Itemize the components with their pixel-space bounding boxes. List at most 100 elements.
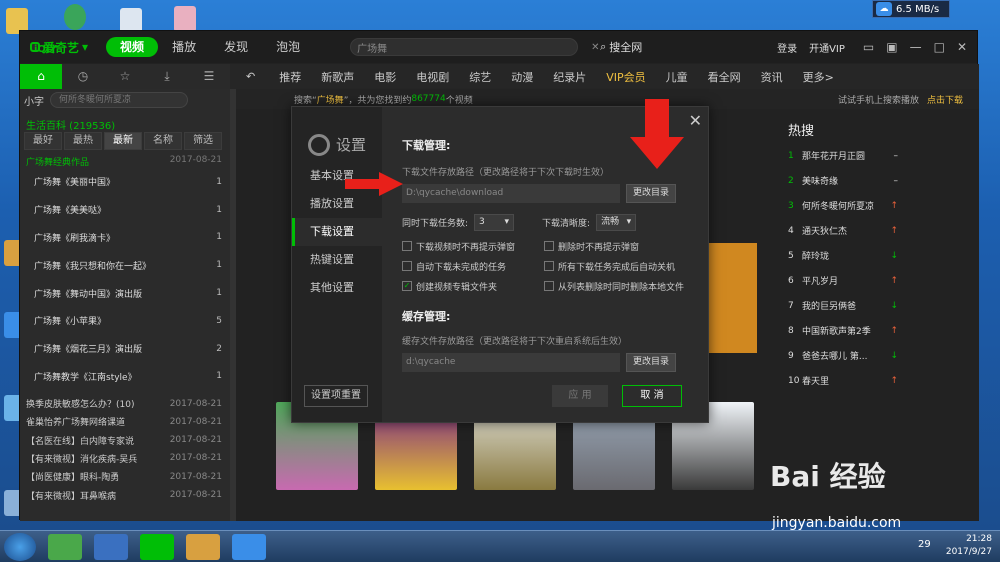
hot-item[interactable]: 1 那年花开月正圆 – [788, 143, 898, 168]
minimize-icon[interactable]: — [910, 40, 922, 54]
checkbox[interactable] [402, 261, 412, 271]
checkbox-album-folder[interactable]: ✓ 创建视频专辑文件夹 [402, 276, 544, 296]
nav-hotkey[interactable]: 热键设置 [292, 246, 382, 274]
list-item[interactable]: 【有来微视】耳鼻喉病 2017-08-21 [20, 486, 230, 504]
taskbar-app-icon[interactable] [94, 534, 128, 560]
checkbox-delete-local[interactable]: 从列表删除时同时删除本地文件 [544, 276, 694, 296]
checkbox-checked[interactable]: ✓ [402, 281, 412, 291]
channel-anime[interactable]: 动漫 [501, 69, 543, 85]
taskbar-app-icon[interactable] [48, 534, 82, 560]
hot-item[interactable]: 4 通天狄仁杰 ↑ [788, 218, 898, 243]
network-icon[interactable] [64, 4, 86, 30]
close-icon[interactable]: ✕ [957, 40, 967, 54]
download-link[interactable]: 点击下载 [927, 93, 963, 106]
list-item[interactable]: 【尚医健康】眼科-陶勇 2017-08-21 [20, 468, 230, 486]
skin-icon[interactable]: ▣ [886, 40, 897, 54]
channel-kids[interactable]: 儿童 [656, 69, 698, 85]
hot-item[interactable]: 10 春天里 ↑ [788, 368, 898, 393]
tab-filter[interactable]: 筛选 [184, 132, 222, 150]
home-icon[interactable]: ⌂ [20, 64, 62, 89]
checkbox[interactable] [544, 281, 554, 291]
hot-item[interactable]: 8 中国新歌声第2季 ↑ [788, 318, 898, 343]
category-title[interactable]: 生活百科 (219536) [20, 111, 230, 132]
vip-link[interactable]: 开通VIP [809, 40, 845, 55]
checkbox-no-delete-popup[interactable]: 删除时不再提示弹窗 [544, 236, 694, 256]
tray-badge[interactable]: 29 [918, 539, 931, 550]
list-item[interactable]: 【有来微视】消化疾病-吴兵 2017-08-21 [20, 449, 230, 467]
search-input[interactable]: 广场舞 ✕ [350, 38, 600, 56]
download-icon[interactable]: ⤓ [146, 64, 188, 89]
channel-recommend[interactable]: 推荐 [269, 69, 311, 85]
tab-hot[interactable]: 最热 [64, 132, 102, 150]
hot-item[interactable]: 6 平凡岁月 ↑ [788, 268, 898, 293]
nav-download[interactable]: 下载设置 [292, 218, 382, 246]
list-item[interactable]: 广场舞《美美哒》 1 [20, 196, 230, 224]
topnav-discover[interactable]: 发现 [210, 37, 262, 57]
nav-other[interactable]: 其他设置 [292, 274, 382, 302]
photo-icon[interactable] [174, 6, 196, 32]
checkbox-auto-download[interactable]: 自动下载未完成的任务 [402, 256, 544, 276]
taskbar-paint-icon[interactable] [186, 534, 220, 560]
list-item[interactable]: 广场舞《烟花三月》演出版 2 [20, 335, 230, 363]
size-select[interactable]: 小字 [24, 93, 44, 108]
start-button[interactable] [4, 533, 36, 561]
list-item[interactable]: 广场舞《我只想和你在一起》 1 [20, 251, 230, 279]
checkbox-no-download-popup[interactable]: 下载视频时不再提示弹窗 [402, 236, 544, 256]
cache-path-input[interactable]: d:\qycache [402, 353, 620, 372]
channel-variety[interactable]: 综艺 [459, 69, 501, 85]
reset-button[interactable]: 设置项重置 [304, 385, 368, 407]
system-clock[interactable]: 21:28 2017/9/27 [946, 533, 992, 559]
channel-documentary[interactable]: 纪录片 [543, 69, 596, 85]
channel-movie[interactable]: 电影 [364, 69, 406, 85]
checkbox[interactable] [544, 241, 554, 251]
hot-item[interactable]: 2 美味奇缘 – [788, 168, 898, 193]
topnav-play[interactable]: 播放 [158, 37, 210, 57]
hot-item[interactable]: 5 醉玲珑 ↓ [788, 243, 898, 268]
quality-select[interactable]: 流畅 ▾ [596, 214, 637, 231]
login-link[interactable]: 登录 [777, 40, 797, 55]
tab-name[interactable]: 名称 [144, 132, 182, 150]
clear-icon[interactable]: ✕ [591, 42, 599, 53]
list-item[interactable]: 广场舞《美丽中国》 1 [20, 168, 230, 196]
change-dir-button[interactable]: 更改目录 [626, 184, 676, 203]
channel-tv[interactable]: 电视剧 [406, 69, 459, 85]
list-item[interactable]: 雀巢怡养广场舞网络课道 2017-08-21 [20, 413, 230, 431]
list-item[interactable]: 广场舞《舞动中国》演出版 1 [20, 279, 230, 307]
sidebar-search-input[interactable]: 何所冬暖何所夏凉 [50, 92, 188, 108]
tab-best[interactable]: 最好 [24, 132, 62, 150]
apply-button[interactable]: 应 用 [552, 385, 608, 407]
channel-newsong[interactable]: 新歌声 [311, 69, 364, 85]
message-icon[interactable]: ▭ [863, 40, 874, 54]
taskbar-app-icon[interactable] [232, 534, 266, 560]
list-item[interactable]: 【名医在线】白内障专家说 2017-08-21 [20, 431, 230, 449]
logo[interactable]: iQIY 爱奇艺 ▾ [30, 39, 88, 56]
download-path-input[interactable]: D:\qycache\download [402, 184, 620, 203]
history-icon[interactable]: ◷ [62, 64, 104, 89]
topnav-video[interactable]: 视频 [106, 37, 159, 57]
channel-all[interactable]: 看全网 [698, 69, 751, 85]
taskbar-iqiyi-icon[interactable] [140, 534, 174, 560]
tasks-select[interactable]: 3 ▾ [474, 214, 515, 231]
cancel-button[interactable]: 取 消 [622, 385, 682, 407]
maximize-icon[interactable]: □ [934, 40, 945, 54]
back-icon[interactable]: ↶ [230, 70, 269, 83]
hot-item[interactable]: 3 何所冬暖何所夏凉 ↑ [788, 193, 898, 218]
search-button[interactable]: ⌕ 搜全网 [600, 39, 642, 55]
netspeed-widget[interactable]: ☁ 6.5 MB/s [872, 0, 950, 18]
checkbox[interactable] [402, 241, 412, 251]
list-group-header[interactable]: 广场舞经典作品 2017-08-21 [20, 150, 230, 168]
channel-more[interactable]: 更多> [793, 69, 844, 85]
star-icon[interactable]: ☆ [104, 64, 146, 89]
hot-item[interactable]: 9 爸爸去哪儿 第... ↓ [788, 343, 898, 368]
list-item[interactable]: 广场舞《小苹果》 5 [20, 307, 230, 335]
hot-item[interactable]: 7 我的巨另俩爸 ↓ [788, 293, 898, 318]
change-cache-dir-button[interactable]: 更改目录 [626, 353, 676, 372]
list-icon[interactable]: ☰ [188, 64, 230, 89]
tab-newest[interactable]: 最新 [104, 132, 142, 150]
list-item[interactable]: 广场舞《刷我滴卡》 1 [20, 224, 230, 252]
list-item[interactable]: 广场舞教学《江南style》 1 [20, 363, 230, 391]
checkbox-auto-shutdown[interactable]: 所有下载任务完成后自动关机 [544, 256, 694, 276]
checkbox[interactable] [544, 261, 554, 271]
list-item[interactable]: 换季皮肤敏感怎么办？(10) 2017-08-21 [20, 394, 230, 412]
channel-vip[interactable]: VIP会员 [596, 69, 655, 85]
